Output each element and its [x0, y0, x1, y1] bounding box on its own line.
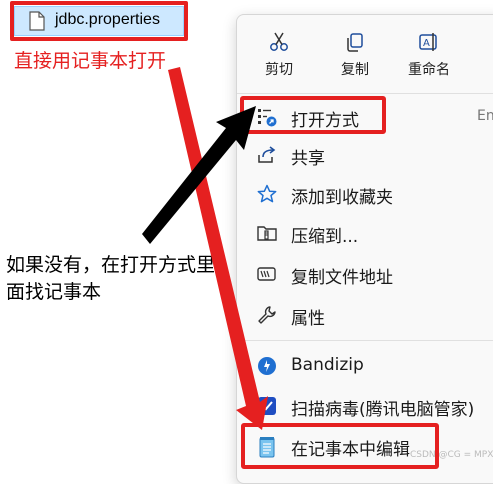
watermark: CSDN @CG = MPX — [410, 450, 493, 460]
black-arrow — [142, 106, 256, 244]
annotation-arrows — [142, 67, 268, 430]
